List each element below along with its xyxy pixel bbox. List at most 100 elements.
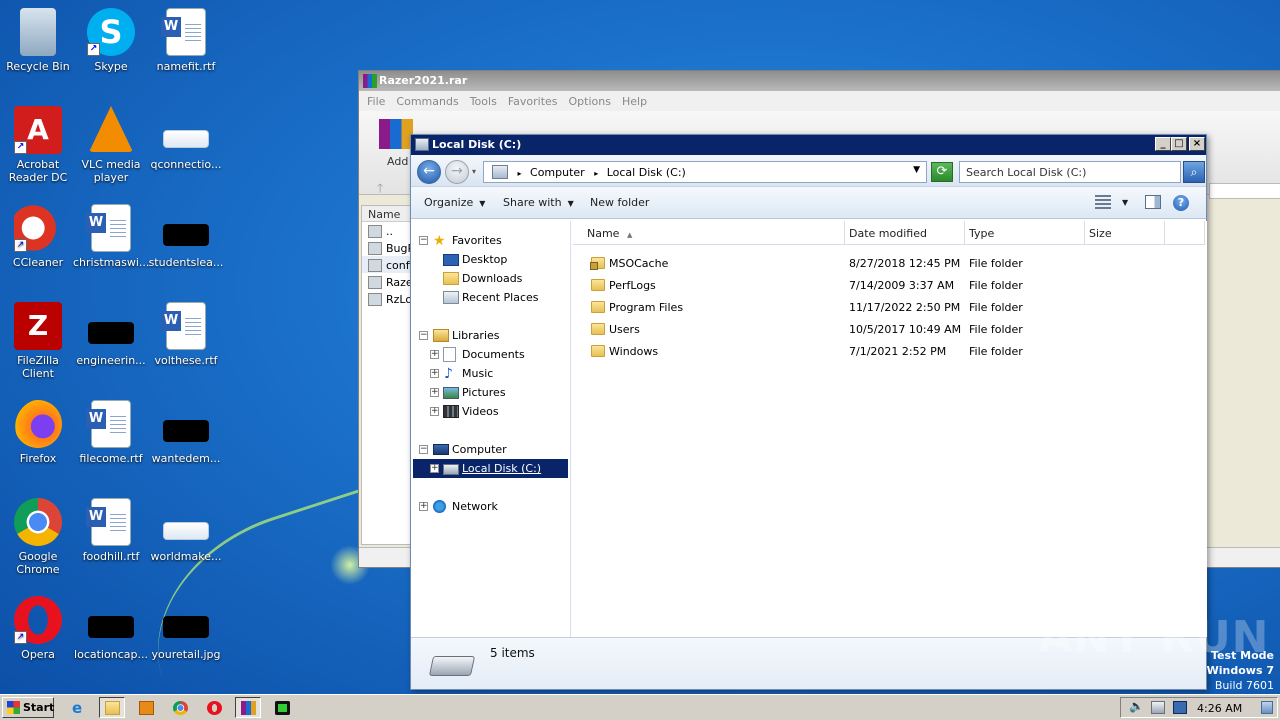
desktop-icon-youretail[interactable]: youretail.jpg [148, 596, 224, 661]
menu-file[interactable]: File [367, 95, 385, 108]
taskbar-chrome[interactable] [167, 697, 193, 718]
new-folder-button[interactable]: New folder [590, 196, 649, 209]
add-button-label[interactable]: Add [387, 155, 408, 168]
expand-icon[interactable]: + [430, 407, 439, 416]
show-desktop-icon[interactable] [1261, 701, 1273, 714]
close-button[interactable]: × [1189, 137, 1205, 151]
maximize-button[interactable]: □ [1171, 137, 1187, 151]
menu-favorites[interactable]: Favorites [508, 95, 558, 108]
desktop-icon-firefox[interactable]: Firefox [0, 400, 76, 465]
desktop-icon-foodhill[interactable]: foodhill.rtf [73, 498, 149, 563]
expand-icon[interactable]: + [430, 388, 439, 397]
share-with-button[interactable]: Share with ▼ [503, 196, 574, 209]
desktop-icon-skype[interactable]: S ↗ Skype [73, 8, 149, 73]
organize-button[interactable]: Organize ▼ [424, 196, 485, 209]
desktop-icon-acrobat[interactable]: A ↗ Acrobat Reader DC [0, 106, 76, 184]
taskbar-winrar[interactable] [235, 697, 261, 718]
desktop-icon-chrome[interactable]: Google Chrome [0, 498, 76, 576]
tree-local-disk[interactable]: + Local Disk (C:) [413, 459, 568, 478]
winrar-path-box[interactable] [1209, 183, 1280, 199]
chevron-right-icon[interactable]: ▸ [594, 169, 598, 178]
desktop-icon-volthese[interactable]: volthese.rtf [148, 302, 224, 367]
table-row[interactable]: Users 10/5/2017 10:49 AM File folder [573, 318, 1207, 340]
breadcrumb-local-disk[interactable]: Local Disk (C:) [607, 166, 686, 179]
refresh-button[interactable]: ⟳ [931, 162, 953, 182]
desktop-icon-recycle-bin[interactable]: Recycle Bin [0, 8, 76, 73]
desktop-icon-filezilla[interactable]: Z FileZilla Client [0, 302, 76, 380]
expand-icon[interactable]: + [430, 350, 439, 359]
tree-music[interactable]: + ♪ Music [411, 364, 569, 383]
forward-button[interactable]: → [445, 160, 469, 184]
chevron-right-icon[interactable]: ▸ [518, 169, 522, 178]
taskbar-explorer[interactable] [99, 697, 125, 718]
desktop-icon-qconnection[interactable]: qconnectio... [148, 106, 224, 171]
tree-downloads[interactable]: Downloads [411, 269, 569, 288]
column-header-size[interactable]: Size [1085, 221, 1165, 245]
desktop-icon-opera[interactable]: ↗ Opera [0, 596, 76, 661]
desktop-icon-namefit[interactable]: namefit.rtf [148, 8, 224, 73]
column-header-name[interactable]: Name ▲ [573, 221, 845, 245]
winrar-list-row[interactable]: Raze [362, 273, 412, 290]
tree-documents[interactable]: + Documents [411, 345, 569, 364]
desktop-icon-locationcap[interactable]: locationcap... [73, 596, 149, 661]
expand-icon[interactable]: + [430, 464, 439, 473]
address-bar[interactable]: ▸ Computer ▸ Local Disk (C:) ▼ [483, 161, 927, 183]
desktop-icon-studentslea[interactable]: studentslea... [148, 204, 224, 269]
desktop-icon-wantedem[interactable]: wantedem... [148, 400, 224, 465]
help-icon[interactable]: ? [1173, 195, 1189, 211]
recent-pages-chevron-icon[interactable]: ▾ [472, 167, 476, 176]
minimize-button[interactable]: _ [1155, 137, 1171, 151]
search-icon[interactable]: ⌕ [1183, 161, 1205, 183]
taskbar-internet-explorer[interactable]: e [66, 697, 92, 718]
expand-icon[interactable]: + [430, 369, 439, 378]
winrar-list-row[interactable]: BugR [362, 239, 412, 256]
collapse-icon[interactable]: − [419, 331, 428, 340]
winrar-list-row[interactable]: confi [362, 256, 412, 273]
expand-icon[interactable]: + [419, 502, 428, 511]
tree-network[interactable]: + Network [411, 497, 569, 516]
tree-recent-places[interactable]: Recent Places [411, 288, 569, 307]
desktop-icon-filecome[interactable]: filecome.rtf [73, 400, 149, 465]
table-row[interactable]: PerfLogs 7/14/2009 3:37 AM File folder [573, 274, 1207, 296]
tree-computer[interactable]: − Computer [411, 440, 569, 459]
menu-help[interactable]: Help [622, 95, 647, 108]
add-archive-icon[interactable] [379, 119, 413, 149]
menu-commands[interactable]: Commands [396, 95, 458, 108]
menu-tools[interactable]: Tools [470, 95, 497, 108]
tree-pictures[interactable]: + Pictures [411, 383, 569, 402]
network-icon[interactable] [1173, 701, 1187, 714]
winrar-title-bar[interactable]: Razer2021.rar [359, 71, 1280, 91]
table-row[interactable]: Program Files 11/17/2022 2:50 PM File fo… [573, 296, 1207, 318]
view-options-icon[interactable] [1095, 195, 1111, 209]
search-input[interactable]: Search Local Disk (C:) [959, 161, 1181, 183]
address-dropdown-icon[interactable]: ▼ [913, 165, 920, 175]
explorer-title-bar[interactable]: Local Disk (C:) _ □ × [411, 135, 1206, 155]
desktop-icon-vlc[interactable]: VLC media player [73, 106, 149, 184]
menu-options[interactable]: Options [569, 95, 611, 108]
taskbar-opera[interactable] [201, 697, 227, 718]
tree-desktop[interactable]: Desktop [411, 250, 569, 269]
action-center-icon[interactable] [1151, 701, 1165, 714]
table-row[interactable]: MSOCache 8/27/2018 12:45 PM File folder [573, 252, 1207, 274]
desktop-icon-worldmake[interactable]: worldmake... [148, 498, 224, 563]
start-button[interactable]: Start [2, 697, 54, 718]
view-dropdown-icon[interactable]: ▼ [1122, 198, 1128, 207]
desktop-icon-christmaswi[interactable]: christmaswi... [73, 204, 149, 269]
up-arrow-icon[interactable]: 🡑 [377, 179, 383, 200]
tree-videos[interactable]: + Videos [411, 402, 569, 421]
winrar-list-header[interactable]: Name [362, 206, 412, 222]
explorer-window[interactable]: Local Disk (C:) _ □ × ← → ▾ ▸ Computer ▸… [410, 134, 1207, 690]
clock[interactable]: 4:26 AM [1197, 702, 1242, 715]
breadcrumb-computer[interactable]: Computer [530, 166, 585, 179]
taskbar-razer[interactable] [269, 697, 295, 718]
volume-icon[interactable]: 🔈 [1129, 699, 1144, 713]
preview-pane-icon[interactable] [1145, 195, 1161, 209]
tree-libraries[interactable]: − Libraries [411, 326, 569, 345]
tree-favorites[interactable]: − ★ Favorites [411, 231, 569, 250]
table-row[interactable]: Windows 7/1/2021 2:52 PM File folder [573, 340, 1207, 362]
back-button[interactable]: ← [417, 160, 441, 184]
desktop-icon-ccleaner[interactable]: ↗ CCleaner [0, 204, 76, 269]
column-header-date-modified[interactable]: Date modified [845, 221, 965, 245]
winrar-list-row[interactable]: RzLo [362, 290, 412, 307]
collapse-icon[interactable]: − [419, 445, 428, 454]
